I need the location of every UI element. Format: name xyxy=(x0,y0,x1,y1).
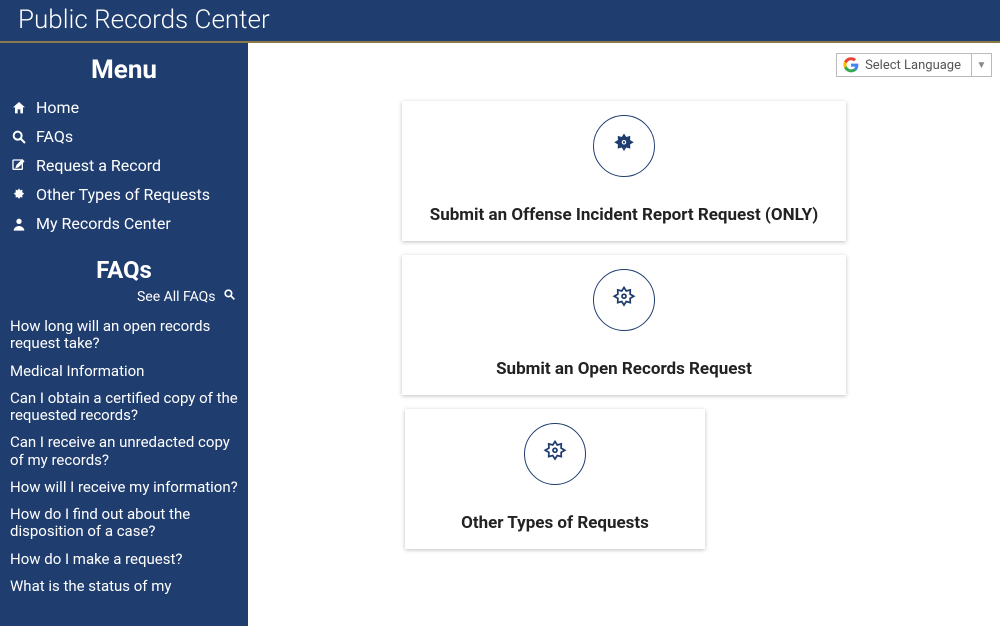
nav-item-other-requests[interactable]: Other Types of Requests xyxy=(0,180,248,209)
see-all-label: See All FAQs xyxy=(137,289,216,305)
card-other-requests[interactable]: Other Types of Requests xyxy=(405,409,705,549)
faq-list: How long will an open records request ta… xyxy=(0,313,248,600)
nav-item-faqs[interactable]: FAQs xyxy=(0,122,248,151)
faq-item[interactable]: Can I receive an unredacted copy of my r… xyxy=(0,429,248,474)
card-title: Other Types of Requests xyxy=(425,513,685,533)
language-selector[interactable]: Select Language ▼ xyxy=(836,53,992,77)
card-title: Submit an Offense Incident Report Reques… xyxy=(422,205,826,225)
page-header: Public Records Center xyxy=(0,0,1000,43)
faq-item[interactable]: What is the status of my xyxy=(0,573,248,600)
chevron-down-icon: ▼ xyxy=(971,54,991,76)
user-icon xyxy=(10,215,28,233)
nav-item-label: Home xyxy=(36,98,79,117)
page-title: Public Records Center xyxy=(18,5,270,35)
faq-item[interactable]: How do I make a request? xyxy=(0,546,248,573)
sidebar: Menu Home FAQs Request a Record xyxy=(0,43,248,626)
home-icon xyxy=(10,99,28,117)
badge-outline-icon xyxy=(540,439,570,469)
badge-icon xyxy=(609,131,639,161)
nav-item-my-records[interactable]: My Records Center xyxy=(0,209,248,238)
badge-outline-icon xyxy=(609,285,639,315)
nav-item-label: FAQs xyxy=(36,127,73,146)
faq-item[interactable]: Medical Information xyxy=(0,358,248,385)
nav-item-home[interactable]: Home xyxy=(0,93,248,122)
cards-container: Submit an Offense Incident Report Reques… xyxy=(248,101,1000,549)
see-all-faqs-link[interactable]: See All FAQs xyxy=(0,288,248,313)
faq-item[interactable]: How will I receive my information? xyxy=(0,474,248,501)
faq-item[interactable]: Can I obtain a certified copy of the req… xyxy=(0,385,248,430)
badge-icon-circle xyxy=(593,269,655,331)
badge-icon-circle xyxy=(524,423,586,485)
menu-title: Menu xyxy=(0,55,248,85)
search-icon xyxy=(223,288,236,305)
main-content: Select Language ▼ Submit an Offense Inci… xyxy=(248,43,1000,626)
google-icon xyxy=(843,57,859,73)
card-title: Submit an Open Records Request xyxy=(422,359,826,379)
badge-icon xyxy=(10,186,28,204)
faq-item[interactable]: How do I find out about the disposition … xyxy=(0,501,248,546)
nav-item-label: Request a Record xyxy=(36,156,161,175)
search-icon xyxy=(10,128,28,146)
language-label: Select Language xyxy=(865,58,971,73)
nav-item-request-record[interactable]: Request a Record xyxy=(0,151,248,180)
badge-icon-circle xyxy=(593,115,655,177)
nav-item-label: Other Types of Requests xyxy=(36,185,210,204)
faqs-title: FAQs xyxy=(0,256,248,284)
nav-item-label: My Records Center xyxy=(36,214,171,233)
card-open-records-request[interactable]: Submit an Open Records Request xyxy=(402,255,846,395)
nav-list: Home FAQs Request a Record Other Types o… xyxy=(0,93,248,238)
body-wrap: Menu Home FAQs Request a Record xyxy=(0,43,1000,626)
faq-item[interactable]: How long will an open records request ta… xyxy=(0,313,248,358)
card-offense-incident-report[interactable]: Submit an Offense Incident Report Reques… xyxy=(402,101,846,241)
edit-icon xyxy=(10,157,28,175)
